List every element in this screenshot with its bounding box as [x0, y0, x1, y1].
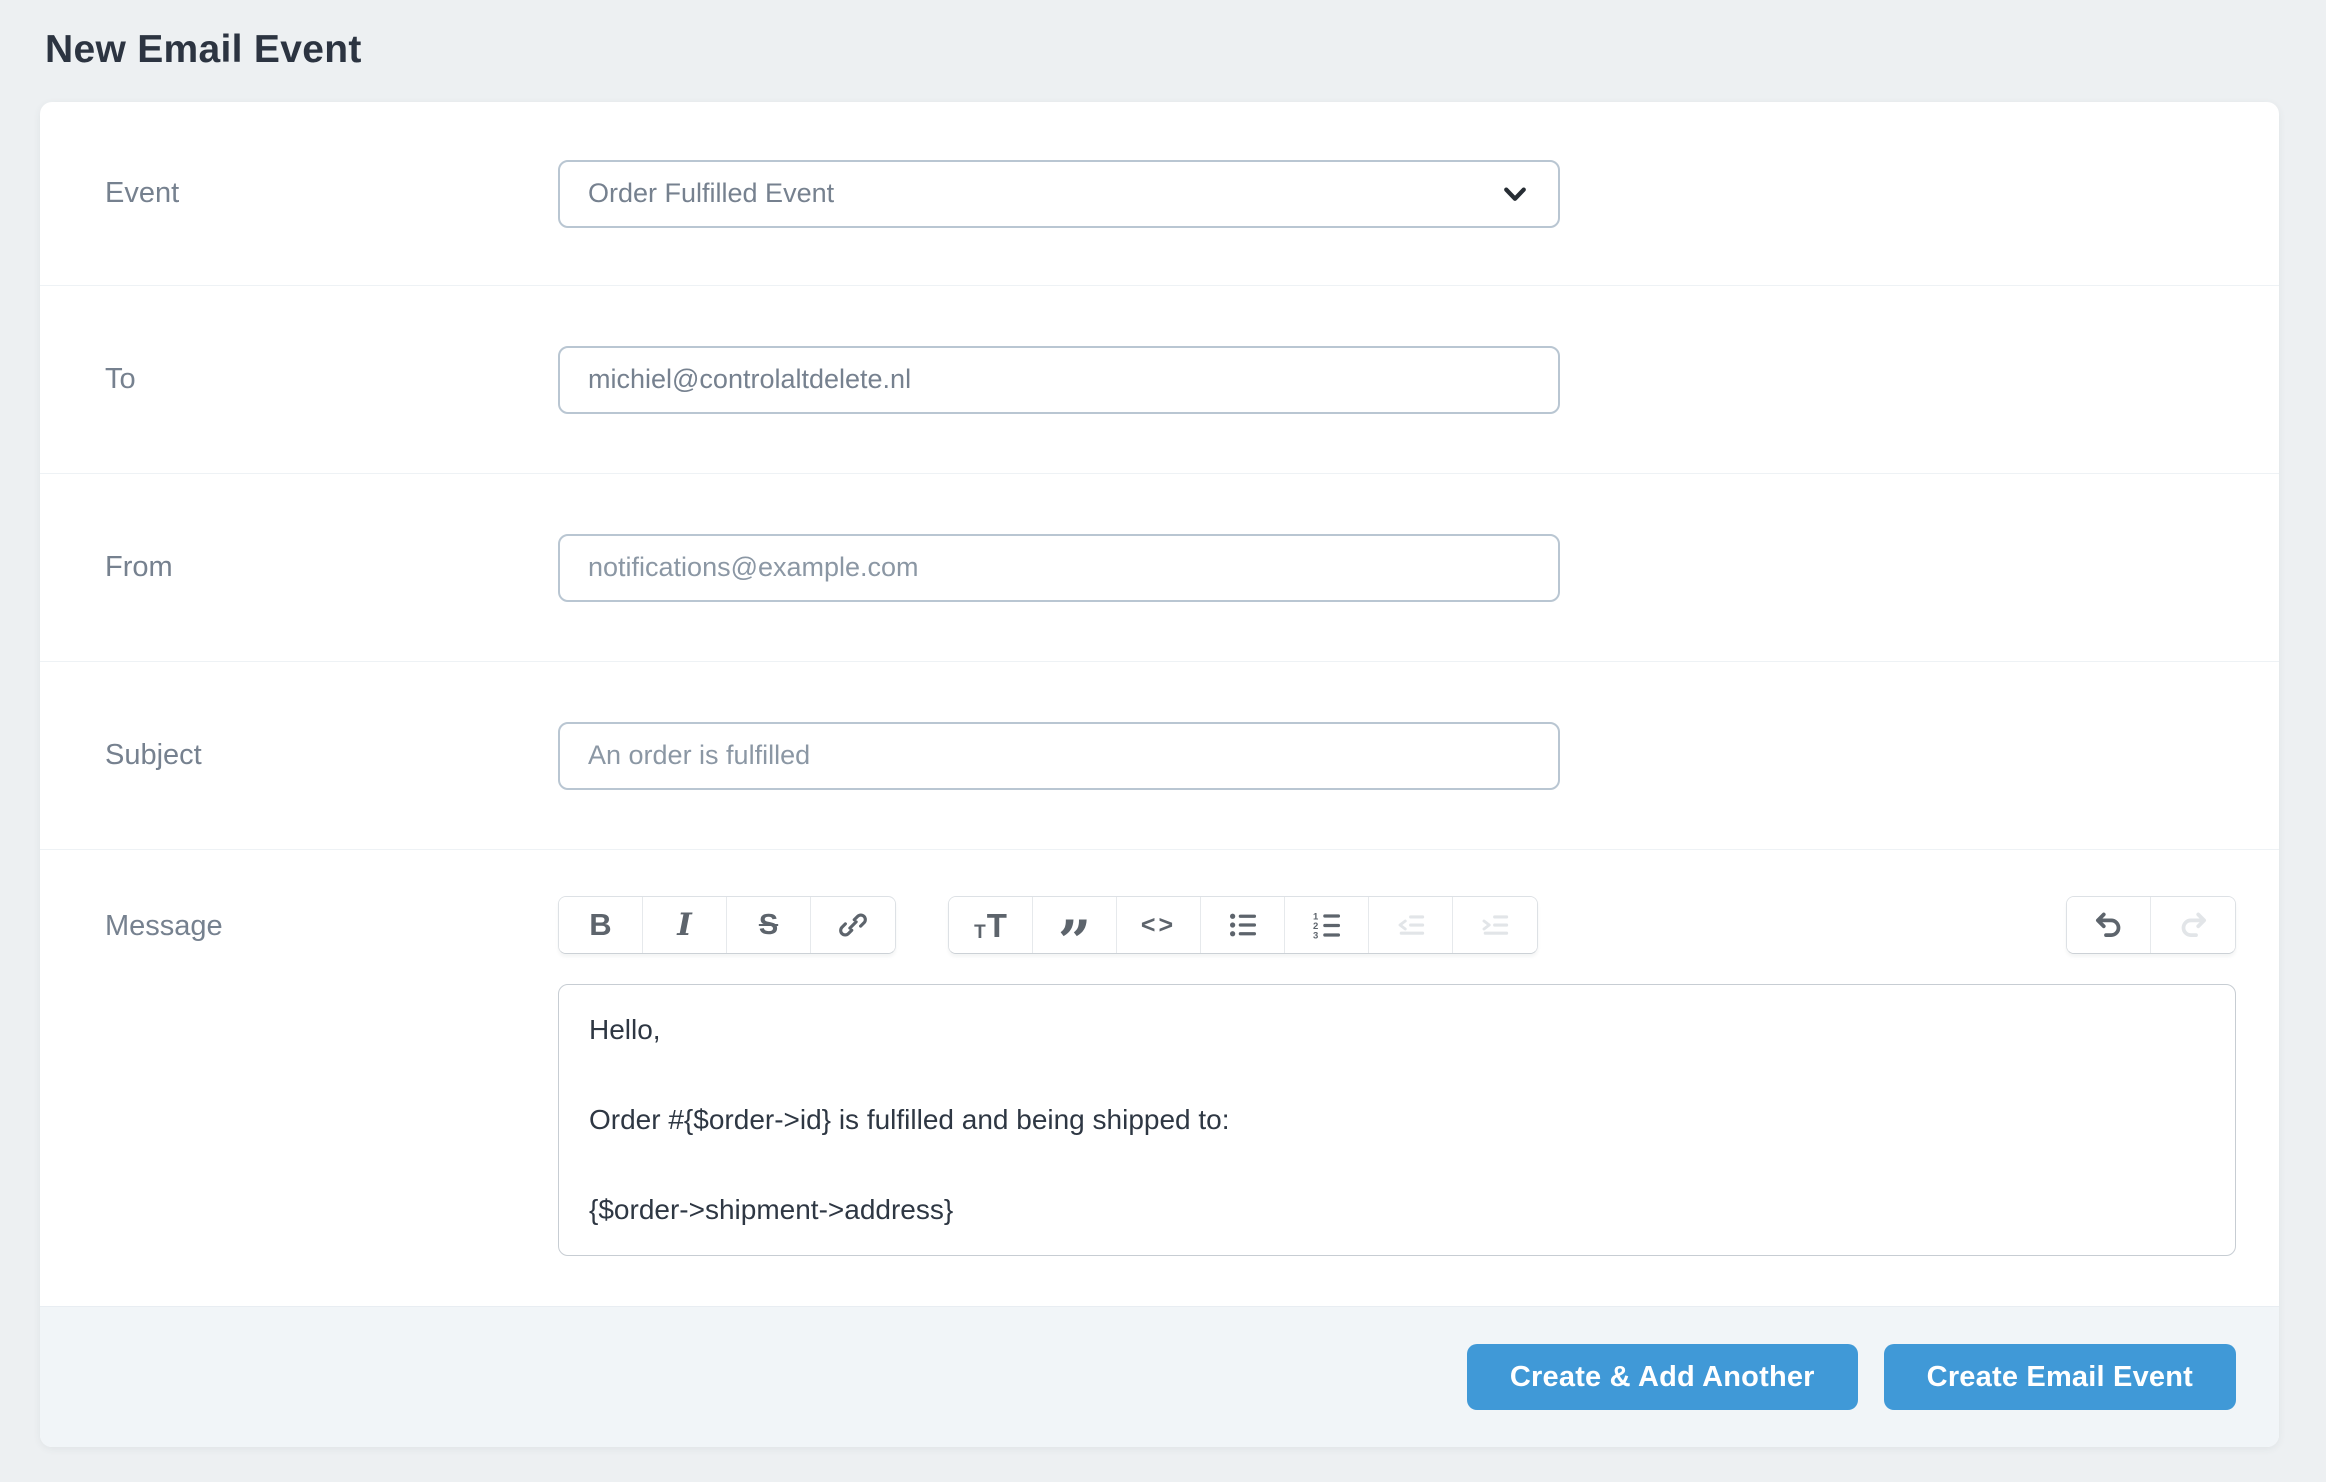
- event-label: Event: [105, 177, 558, 210]
- heading-button[interactable]: T T: [949, 897, 1033, 953]
- event-select-value: Order Fulfilled Event: [588, 178, 834, 209]
- outdent-button: [1369, 897, 1453, 953]
- create-email-event-button[interactable]: Create Email Event: [1884, 1344, 2236, 1410]
- page: New Email Event Event Order Fulfilled Ev…: [0, 0, 2326, 1447]
- message-paragraph: Order #{$order->id} is fulfilled and bei…: [589, 1101, 2205, 1139]
- from-row: From: [40, 474, 2279, 662]
- italic-icon: I: [677, 907, 692, 943]
- to-row: To: [40, 286, 2279, 474]
- rich-text-toolbar: B I S: [558, 896, 2236, 954]
- indent-icon: [1480, 910, 1510, 940]
- unordered-list-icon: [1228, 910, 1258, 940]
- code-icon: <>: [1141, 911, 1176, 940]
- ordered-list-button[interactable]: 1 2 3: [1285, 897, 1369, 953]
- from-input[interactable]: [558, 534, 1560, 602]
- create-and-add-another-button[interactable]: Create & Add Another: [1467, 1344, 1858, 1410]
- subject-input[interactable]: [558, 722, 1560, 790]
- link-icon: [838, 910, 868, 940]
- outdent-icon: [1396, 910, 1426, 940]
- undo-icon: [2094, 910, 2124, 940]
- page-title: New Email Event: [45, 28, 2279, 72]
- chevron-down-icon: [1500, 179, 1530, 209]
- subject-label: Subject: [105, 739, 558, 772]
- unordered-list-button[interactable]: [1201, 897, 1285, 953]
- italic-button[interactable]: I: [643, 897, 727, 953]
- heading-icon: T T: [974, 909, 1007, 942]
- bold-button[interactable]: B: [559, 897, 643, 953]
- message-paragraph: {$order->shipment->address}: [589, 1191, 2205, 1229]
- event-row: Event Order Fulfilled Event: [40, 102, 2279, 286]
- form-footer: Create & Add Another Create Email Event: [40, 1306, 2279, 1447]
- strikethrough-icon: S: [759, 909, 778, 942]
- redo-icon: [2178, 910, 2208, 940]
- link-button[interactable]: [811, 897, 895, 953]
- redo-button: [2151, 897, 2235, 953]
- new-email-event-form: Event Order Fulfilled Event To From: [40, 102, 2279, 1447]
- bold-icon: B: [589, 907, 611, 943]
- undo-button[interactable]: [2067, 897, 2151, 953]
- to-label: To: [105, 363, 558, 396]
- event-select[interactable]: Order Fulfilled Event: [558, 160, 1560, 228]
- ordered-list-icon: 1 2 3: [1312, 910, 1342, 940]
- format-button-group: B I S: [558, 896, 896, 954]
- message-paragraph: Hello,: [589, 1011, 2205, 1049]
- to-input[interactable]: [558, 346, 1560, 414]
- history-button-group: [2066, 896, 2236, 954]
- indent-button: [1453, 897, 1537, 953]
- strikethrough-button[interactable]: S: [727, 897, 811, 953]
- subject-row: Subject: [40, 662, 2279, 850]
- from-label: From: [105, 551, 558, 584]
- message-row: Message B I S: [40, 850, 2279, 1306]
- blockquote-button[interactable]: ”: [1033, 897, 1117, 953]
- message-label: Message: [105, 910, 558, 943]
- svg-text:3: 3: [1313, 930, 1318, 940]
- code-button[interactable]: <>: [1117, 897, 1201, 953]
- block-button-group: T T ” <>: [948, 896, 1538, 954]
- message-editor[interactable]: Hello, Order #{$order->id} is fulfilled …: [558, 984, 2236, 1256]
